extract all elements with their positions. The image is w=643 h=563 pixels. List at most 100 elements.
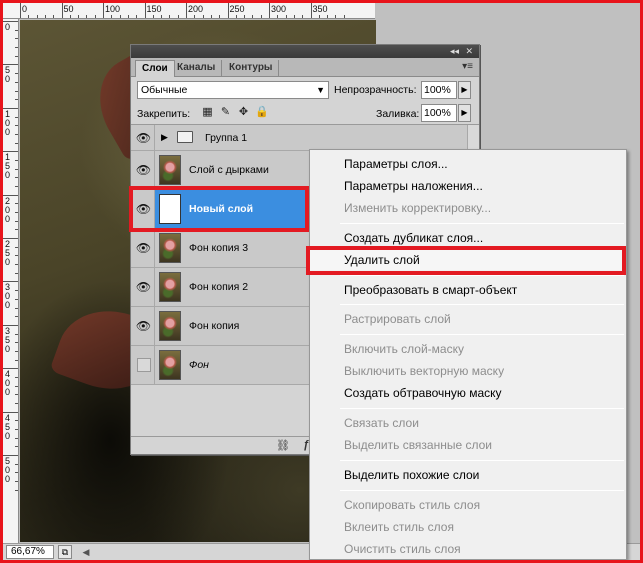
collapse-icon[interactable]: ◂◂ bbox=[450, 46, 459, 57]
fill-slider-button[interactable]: ▶ bbox=[458, 104, 471, 122]
ruler-minor-tick bbox=[15, 307, 18, 309]
ruler-label: 50 bbox=[63, 4, 74, 14]
ruler-minor-tick bbox=[15, 429, 18, 430]
ruler-label: 200 bbox=[188, 4, 204, 14]
ruler-minor-tick bbox=[15, 116, 18, 118]
ruler-minor-tick bbox=[15, 481, 18, 483]
menu-item: Выключить векторную маску bbox=[344, 364, 505, 379]
ruler-minor-tick bbox=[15, 290, 18, 292]
ruler-minor-tick bbox=[318, 15, 320, 18]
menu-item[interactable]: Параметры слоя... bbox=[310, 154, 626, 174]
ruler-minor-tick bbox=[15, 472, 18, 474]
ruler-label: 1 0 0 bbox=[5, 108, 11, 137]
ruler-minor-tick bbox=[15, 220, 18, 222]
lock-all-icon[interactable]: 🔒 bbox=[255, 106, 269, 119]
ruler-label: 4 0 0 bbox=[5, 369, 11, 398]
ruler-label: 3 0 0 bbox=[5, 282, 11, 311]
menu-separator bbox=[340, 459, 624, 461]
ruler-minor-tick bbox=[15, 394, 18, 396]
ruler-minor-tick bbox=[15, 55, 18, 57]
ruler-minor-tick bbox=[78, 15, 80, 18]
eye-icon[interactable]: 👁 bbox=[133, 268, 155, 306]
lock-brush-icon[interactable]: ✎ bbox=[219, 106, 232, 119]
menu-item: Очистить стиль слоя bbox=[344, 541, 461, 556]
ruler-minor-tick bbox=[202, 15, 204, 18]
eye-icon[interactable]: 👁 bbox=[133, 307, 155, 345]
menu-item[interactable]: Преобразовать в смарт-объект bbox=[310, 280, 626, 300]
ruler-label: 300 bbox=[271, 4, 287, 14]
horizontal-ruler[interactable]: 0 50 100 150 200 250 300 350 bbox=[3, 3, 375, 19]
tab-layers[interactable]: Слои bbox=[135, 60, 175, 77]
ruler-minor-tick bbox=[244, 15, 246, 18]
visibility-box[interactable] bbox=[133, 346, 155, 384]
menu-item[interactable]: Удалить слой bbox=[310, 249, 626, 270]
ruler-minor-tick bbox=[15, 38, 18, 40]
ruler-minor-tick bbox=[210, 15, 212, 18]
blend-mode-select[interactable]: Обычные ▼ bbox=[137, 81, 329, 99]
ruler-minor-tick bbox=[335, 15, 337, 18]
chevron-down-icon: ▼ bbox=[316, 85, 325, 95]
ruler-minor-tick bbox=[69, 15, 71, 18]
ruler-minor-tick bbox=[15, 229, 18, 231]
panel-tabs: Слои Каналы Контуры ▾≡ bbox=[131, 58, 479, 77]
layer-name: Новый слой bbox=[189, 203, 254, 215]
ruler-minor-tick bbox=[15, 255, 18, 257]
fill-input[interactable]: 100% bbox=[421, 104, 457, 122]
ruler-label: 0 bbox=[5, 22, 11, 32]
ruler-minor-tick bbox=[285, 15, 287, 18]
zoom-level-input[interactable]: 66,67% bbox=[6, 545, 54, 559]
tab-paths[interactable]: Контуры bbox=[223, 60, 280, 77]
ruler-minor-tick bbox=[127, 15, 129, 18]
eye-icon[interactable]: 👁 bbox=[133, 190, 155, 228]
lock-transparency-icon[interactable]: ▦ bbox=[201, 106, 214, 119]
ruler-minor-tick bbox=[177, 15, 179, 18]
menu-item[interactable]: Выделить похожие слои bbox=[310, 465, 626, 485]
menu-separator bbox=[340, 408, 624, 409]
layer-name: Фон копия bbox=[189, 320, 240, 332]
ruler-minor-tick bbox=[15, 264, 18, 266]
panel-title-bar[interactable]: ◂◂ ✕ bbox=[131, 45, 479, 58]
ruler-minor-tick bbox=[169, 15, 171, 18]
link-layers-icon[interactable]: ⛓ bbox=[276, 439, 290, 452]
eye-icon[interactable]: 👁 bbox=[133, 229, 155, 267]
layer-name: Фон bbox=[189, 359, 209, 371]
layer-thumbnail bbox=[159, 233, 181, 263]
blend-mode-value: Обычные bbox=[141, 84, 188, 96]
ruler-minor-tick bbox=[15, 142, 18, 144]
ruler-minor-tick bbox=[302, 15, 304, 18]
empty-visibility-box bbox=[136, 358, 151, 372]
ruler-minor-tick bbox=[15, 359, 18, 361]
menu-item[interactable]: Создать дубликат слоя... bbox=[310, 228, 626, 248]
ruler-minor-tick bbox=[15, 133, 18, 135]
ruler-label: 2 5 0 bbox=[5, 239, 11, 267]
ruler-minor-tick bbox=[86, 15, 88, 18]
vertical-ruler[interactable]: 0 5 0 1 0 0 1 5 0 2 0 0 2 5 0 3 0 0 3 5 0 4 0 0 4… bbox=[3, 19, 19, 543]
ruler-minor-tick bbox=[15, 125, 18, 127]
ruler-label: 100 bbox=[105, 4, 121, 14]
close-icon[interactable]: ✕ bbox=[465, 46, 473, 57]
menu-item[interactable]: Параметры наложения... bbox=[310, 176, 626, 196]
tab-channels[interactable]: Каналы bbox=[171, 60, 223, 77]
ruler-minor-tick bbox=[15, 350, 18, 352]
panel-menu-icon[interactable]: ▾≡ bbox=[462, 61, 473, 72]
ruler-minor-tick bbox=[15, 81, 18, 83]
expand-triangle-icon[interactable]: ▶ bbox=[161, 132, 168, 143]
eye-icon[interactable]: 👁 bbox=[133, 151, 155, 189]
lock-position-icon[interactable]: ✥ bbox=[237, 106, 250, 119]
layer-thumbnail bbox=[159, 311, 181, 341]
menu-item[interactable]: Создать обтравочную маску bbox=[310, 383, 626, 403]
ruler-minor-tick bbox=[15, 29, 18, 31]
document-info-icon[interactable]: ⧉ bbox=[58, 545, 72, 559]
layer-row[interactable]: 👁 ▶ Группа 1 bbox=[131, 125, 479, 151]
ruler-minor-tick bbox=[219, 15, 221, 18]
ruler-minor-tick bbox=[15, 420, 18, 422]
menu-separator bbox=[340, 334, 624, 336]
ruler-minor-tick bbox=[15, 159, 18, 161]
opacity-slider-button[interactable]: ▶ bbox=[458, 81, 471, 99]
scroll-left-icon[interactable]: ◀ bbox=[79, 545, 93, 559]
ruler-minor-tick bbox=[15, 463, 18, 465]
ruler-minor-tick bbox=[15, 316, 18, 318]
opacity-input[interactable]: 100% bbox=[421, 81, 457, 99]
eye-icon[interactable]: 👁 bbox=[133, 125, 155, 150]
ruler-minor-tick bbox=[44, 15, 46, 18]
